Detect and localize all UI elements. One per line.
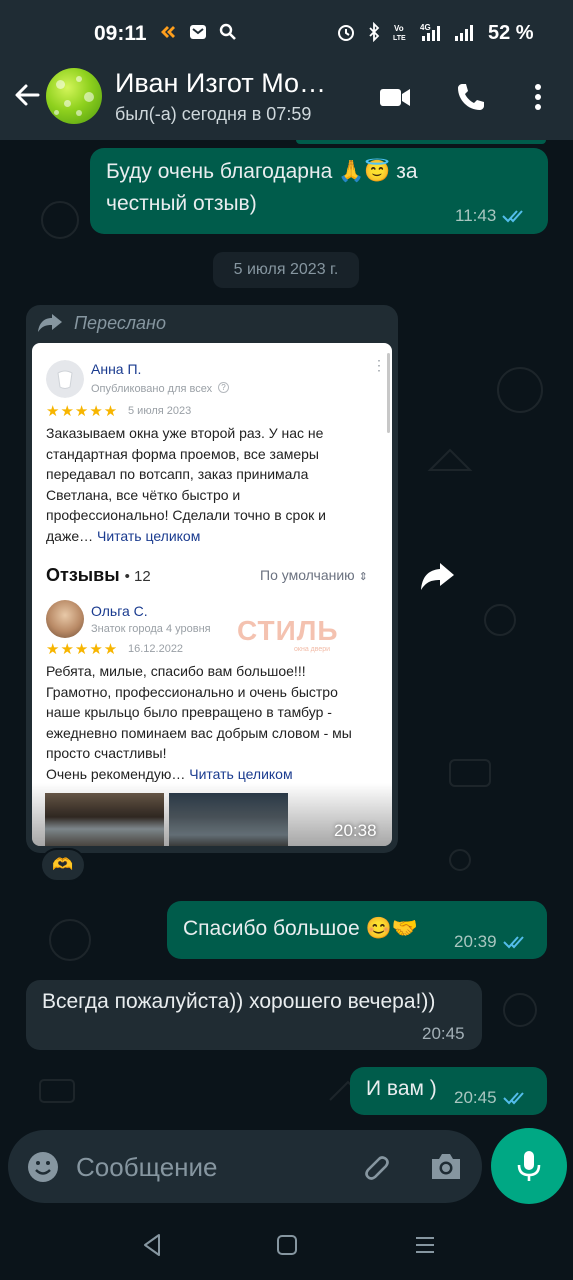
volte-icon: Vo LTE xyxy=(393,24,406,42)
alarm-icon xyxy=(338,25,354,41)
forwarded-text: Переслано xyxy=(74,312,166,333)
mail-icon xyxy=(190,25,206,39)
message-time: 20:38 xyxy=(334,821,377,840)
review-text: Заказываем окна уже второй раз. У нас не… xyxy=(46,425,326,544)
previous-bubble-edge xyxy=(296,140,546,144)
read-more-link: Читать целиком xyxy=(189,765,293,782)
microphone-icon xyxy=(517,1151,541,1181)
more-options-icon[interactable] xyxy=(521,80,555,114)
status-icons-left xyxy=(158,22,238,42)
message-text: Буду очень благодарна 🙏😇 за xyxy=(106,160,418,183)
review-menu-icon: ⋮ xyxy=(372,357,386,373)
attach-icon[interactable] xyxy=(358,1150,392,1184)
video-call-icon[interactable] xyxy=(378,80,412,114)
date-divider: 5 июля 2023 г. xyxy=(213,252,359,288)
read-more-link: Читать целиком xyxy=(97,527,201,544)
contact-last-seen: был(-а) сегодня в 07:59 xyxy=(115,104,312,124)
svg-text:4G: 4G xyxy=(420,23,431,32)
forwarded-label: Переслано xyxy=(36,312,166,334)
status-time: 09:11 xyxy=(94,22,147,45)
nav-home-icon[interactable] xyxy=(276,1234,298,1256)
review-stars: ★★★★★ xyxy=(46,641,119,658)
svg-text:Vo: Vo xyxy=(394,24,404,33)
message-text: Спасибо большое 😊🤝 xyxy=(183,917,418,940)
message-input[interactable]: Сообщение xyxy=(76,1152,218,1183)
message-text: честный отзыв) xyxy=(106,192,257,215)
reviewer-name: Анна П. xyxy=(91,361,142,377)
reviewer-avatar xyxy=(46,600,84,638)
message-time: 20:39 xyxy=(454,932,497,951)
battery-level: 52 % xyxy=(488,22,534,44)
read-ticks-icon xyxy=(502,210,524,223)
nav-back-icon[interactable] xyxy=(140,1232,164,1258)
forwarded-image[interactable]: Анна П. Опубликовано для всех ? ⋮ ★★★★★ … xyxy=(32,343,392,846)
voice-call-icon[interactable] xyxy=(454,80,488,114)
review-date: 16.12.2022 xyxy=(128,643,184,655)
status-bar: 09:11 Vo LTE 4G 52 % xyxy=(0,0,573,62)
reviewer-badge: Знаток города 4 уровня xyxy=(91,623,211,635)
message-meta: 20:39 xyxy=(454,932,529,952)
nav-recents-icon[interactable] xyxy=(414,1234,436,1256)
message-input-bar[interactable]: Сообщение xyxy=(8,1130,482,1203)
voice-record-button[interactable] xyxy=(491,1128,567,1204)
review-text: Ребята, милые, спасибо вам большое!!! Гр… xyxy=(46,663,352,782)
review-visibility: Опубликовано для всех xyxy=(91,383,213,395)
review-stars: ★★★★★ xyxy=(46,403,119,420)
system-navigation-bar xyxy=(0,1210,573,1280)
message-text: Всегда пожалуйста)) хорошего вечера!)) xyxy=(42,990,436,1013)
message-bubble-outgoing[interactable]: Спасибо большое 😊🤝 20:39 xyxy=(167,901,547,959)
back-arrow-icon[interactable] xyxy=(12,80,42,110)
sort-label: По умолчанию ⇕ xyxy=(260,567,368,583)
info-icon: ? xyxy=(218,382,229,393)
watermark-subtitle: окна двери xyxy=(294,646,331,653)
message-time: 11:43 xyxy=(455,206,497,225)
message-bubble-outgoing[interactable]: Буду очень благодарна 🙏😇 за честный отзы… xyxy=(90,148,548,234)
app-notification-icon xyxy=(161,26,175,38)
message-meta: 20:45 xyxy=(454,1088,529,1108)
review-date: 5 июля 2023 xyxy=(128,405,192,417)
bluetooth-icon xyxy=(369,22,380,42)
forwarded-arrow-icon xyxy=(38,314,62,332)
chat-header: Иван Изгот Мо… был(-а) сегодня в 07:59 xyxy=(0,62,573,140)
reviewer-avatar xyxy=(46,360,84,398)
camera-icon[interactable] xyxy=(428,1148,464,1184)
contact-avatar[interactable] xyxy=(46,68,102,124)
chat-area[interactable]: Буду очень благодарна 🙏😇 за честный отзы… xyxy=(0,140,573,1140)
message-time: 20:45 xyxy=(422,1024,465,1043)
image-scrollbar xyxy=(387,353,390,433)
emoji-icon[interactable] xyxy=(26,1150,60,1184)
signal-4g-icon: 4G xyxy=(420,23,440,41)
signal-bars-icon xyxy=(455,25,473,41)
reviews-heading: Отзывы • 12 xyxy=(46,565,151,585)
contact-name[interactable]: Иван Изгот Мо… xyxy=(115,68,345,99)
status-icons-right: Vo LTE 4G xyxy=(336,22,474,42)
reviewer-name: Ольга С. xyxy=(91,603,148,619)
message-bubble-incoming[interactable]: Всегда пожалуйста)) хорошего вечера!)) 2… xyxy=(26,980,482,1050)
forward-share-icon[interactable] xyxy=(418,558,456,596)
message-text: И вам ) xyxy=(366,1077,437,1100)
read-ticks-icon xyxy=(502,1092,524,1105)
svg-text:LTE: LTE xyxy=(393,35,406,42)
message-bubble-outgoing[interactable]: И вам ) 20:45 xyxy=(350,1067,547,1115)
watermark-logo: СТИЛЬ xyxy=(237,615,339,646)
message-meta: 11:43 xyxy=(455,206,528,226)
message-reaction[interactable]: 🫶 xyxy=(40,848,86,882)
read-ticks-icon xyxy=(502,936,524,949)
message-time: 20:45 xyxy=(454,1088,497,1107)
search-icon xyxy=(219,23,236,40)
